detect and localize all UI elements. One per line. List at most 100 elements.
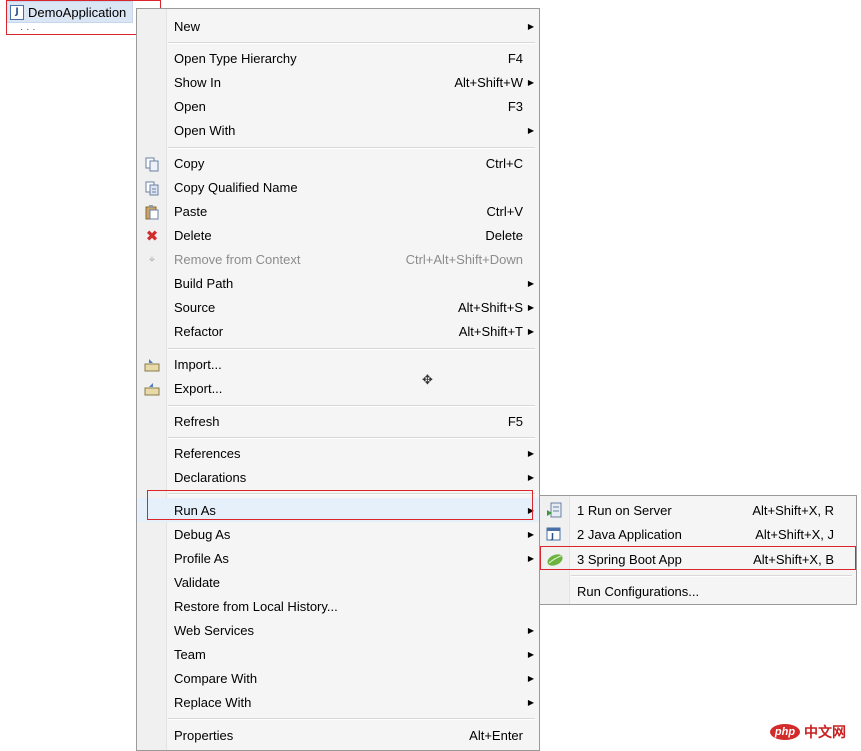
- submenu-item-java-application[interactable]: J 2 Java Application Alt+Shift+X, J: [540, 522, 856, 546]
- menu-item-shortcut: Alt+Enter: [469, 727, 523, 743]
- menu-item-shortcut: Ctrl+C: [485, 155, 523, 171]
- submenu-item-shortcut: Alt+Shift+X, B: [753, 551, 834, 567]
- context-menu: New ▶ Open Type Hierarchy F4 Show In Alt…: [136, 8, 540, 751]
- menu-item-label: Refresh: [174, 413, 220, 429]
- delete-icon: ✖: [145, 228, 159, 245]
- run-as-submenu: 1 Run on Server Alt+Shift+X, R J 2 Java …: [539, 495, 857, 605]
- submenu-arrow-icon: ▶: [527, 625, 534, 635]
- menu-item-refresh[interactable]: Refresh F5: [137, 409, 539, 433]
- watermark: php 中文网: [770, 722, 846, 742]
- java-application-icon: J: [546, 526, 562, 542]
- menu-item-declarations[interactable]: Declarations ▶: [137, 465, 539, 489]
- menu-item-shortcut: Ctrl+Alt+Shift+Down: [405, 251, 523, 267]
- menu-item-shortcut: Alt+Shift+W: [454, 74, 523, 90]
- truncated-tree-fragment: · · ·: [20, 24, 36, 35]
- menu-item-paste[interactable]: Paste Ctrl+V: [137, 199, 539, 223]
- menu-item-label: Open Type Hierarchy: [174, 50, 297, 66]
- submenu-item-spring-boot-app[interactable]: 3 Spring Boot App Alt+Shift+X, B: [540, 547, 856, 571]
- menu-item-run-as[interactable]: Run As ▶: [137, 498, 539, 522]
- menu-item-web-services[interactable]: Web Services ▶: [137, 618, 539, 642]
- submenu-item-label: 2 Java Application: [577, 526, 682, 542]
- submenu-item-label: 3 Spring Boot App: [577, 551, 682, 567]
- menu-item-label: Remove from Context: [174, 251, 301, 267]
- menu-item-replace-with[interactable]: Replace With ▶: [137, 690, 539, 714]
- menu-item-label: Properties: [174, 727, 234, 743]
- menu-item-label: Team: [174, 646, 206, 662]
- menu-item-label: References: [174, 445, 241, 461]
- menu-item-label: Show In: [174, 74, 221, 90]
- submenu-arrow-icon: ▶: [527, 278, 534, 288]
- menu-item-refactor[interactable]: Refactor Alt+Shift+T ▶: [137, 319, 539, 343]
- menu-item-label: Build Path: [174, 275, 234, 291]
- menu-item-shortcut: Delete: [485, 227, 523, 243]
- menu-separator: [168, 493, 535, 495]
- menu-item-label: Profile As: [174, 550, 229, 566]
- menu-item-shortcut: Alt+Shift+S: [457, 299, 523, 315]
- menu-separator: [168, 437, 535, 439]
- menu-item-properties[interactable]: Properties Alt+Enter: [137, 723, 539, 747]
- menu-separator: [168, 147, 535, 149]
- menu-item-export[interactable]: Export...: [137, 376, 539, 400]
- menu-separator: [168, 718, 535, 720]
- menu-item-label: Open With: [174, 122, 236, 138]
- submenu-separator: [571, 575, 852, 577]
- menu-item-source[interactable]: Source Alt+Shift+S ▶: [137, 295, 539, 319]
- menu-item-label: Delete: [174, 227, 212, 243]
- menu-item-shortcut: Alt+Shift+T: [458, 323, 523, 339]
- menu-separator: [168, 42, 535, 44]
- submenu-arrow-icon: ▶: [527, 697, 534, 707]
- menu-item-label: Declarations: [174, 469, 247, 485]
- watermark-site-text: 中文网: [804, 724, 846, 740]
- menu-item-open[interactable]: Open F3: [137, 94, 539, 118]
- menu-item-open-with[interactable]: Open With ▶: [137, 118, 539, 142]
- menu-item-show-in[interactable]: Show In Alt+Shift+W ▶: [137, 70, 539, 94]
- menu-item-label: Compare With: [174, 670, 258, 686]
- menu-item-copy-qualified-name[interactable]: Copy Qualified Name: [137, 175, 539, 199]
- submenu-arrow-icon: ▶: [527, 505, 534, 515]
- move-cursor-icon: ✥: [422, 372, 433, 387]
- submenu-item-shortcut: Alt+Shift+X, R: [752, 502, 834, 518]
- menu-item-label: Validate: [174, 574, 221, 590]
- submenu-item-shortcut: Alt+Shift+X, J: [755, 526, 834, 542]
- menu-item-team[interactable]: Team ▶: [137, 642, 539, 666]
- submenu-arrow-icon: ▶: [527, 472, 534, 482]
- menu-item-label: Source: [174, 299, 216, 315]
- submenu-arrow-icon: ▶: [527, 649, 534, 659]
- submenu-item-label: 1 Run on Server: [577, 502, 672, 518]
- menu-item-compare-with[interactable]: Compare With ▶: [137, 666, 539, 690]
- menu-item-label: Export...: [174, 380, 223, 396]
- menu-item-copy[interactable]: Copy Ctrl+C: [137, 151, 539, 175]
- menu-item-open-type-hierarchy[interactable]: Open Type Hierarchy F4: [137, 46, 539, 70]
- remove-context-icon: ⌖: [148, 253, 156, 266]
- menu-separator: [168, 348, 535, 350]
- menu-item-build-path[interactable]: Build Path ▶: [137, 271, 539, 295]
- menu-item-debug-as[interactable]: Debug As ▶: [137, 522, 539, 546]
- menu-item-label: Copy: [174, 155, 205, 171]
- submenu-arrow-icon: ▶: [527, 529, 534, 539]
- paste-icon: [144, 204, 160, 220]
- java-file-icon: J: [10, 4, 24, 20]
- menu-item-delete[interactable]: ✖ Delete Delete: [137, 223, 539, 247]
- menu-item-label: Open: [174, 98, 206, 114]
- submenu-arrow-icon: ▶: [527, 125, 534, 135]
- menu-item-label: Debug As: [174, 526, 231, 542]
- menu-item-new[interactable]: New ▶: [137, 14, 539, 38]
- submenu-item-label: Run Configurations...: [577, 583, 700, 599]
- project-tree-item[interactable]: J DemoApplication: [6, 1, 134, 23]
- submenu-arrow-icon: ▶: [527, 553, 534, 563]
- submenu-item-run-on-server[interactable]: 1 Run on Server Alt+Shift+X, R: [540, 498, 856, 522]
- menu-item-shortcut: F5: [507, 413, 523, 429]
- submenu-arrow-icon: ▶: [527, 448, 534, 458]
- submenu-item-run-configurations[interactable]: Run Configurations...: [540, 579, 856, 603]
- menu-item-references[interactable]: References ▶: [137, 441, 539, 465]
- menu-item-remove-from-context: ⌖ Remove from Context Ctrl+Alt+Shift+Dow…: [137, 247, 539, 271]
- menu-item-profile-as[interactable]: Profile As ▶: [137, 546, 539, 570]
- menu-item-validate[interactable]: Validate: [137, 570, 539, 594]
- submenu-arrow-icon: ▶: [527, 21, 534, 31]
- menu-item-restore-local-history[interactable]: Restore from Local History...: [137, 594, 539, 618]
- menu-item-label: Restore from Local History...: [174, 598, 338, 614]
- menu-item-label: Import...: [174, 356, 222, 372]
- menu-item-import[interactable]: Import...: [137, 352, 539, 376]
- menu-item-label: Copy Qualified Name: [174, 179, 298, 195]
- export-icon: [144, 381, 160, 397]
